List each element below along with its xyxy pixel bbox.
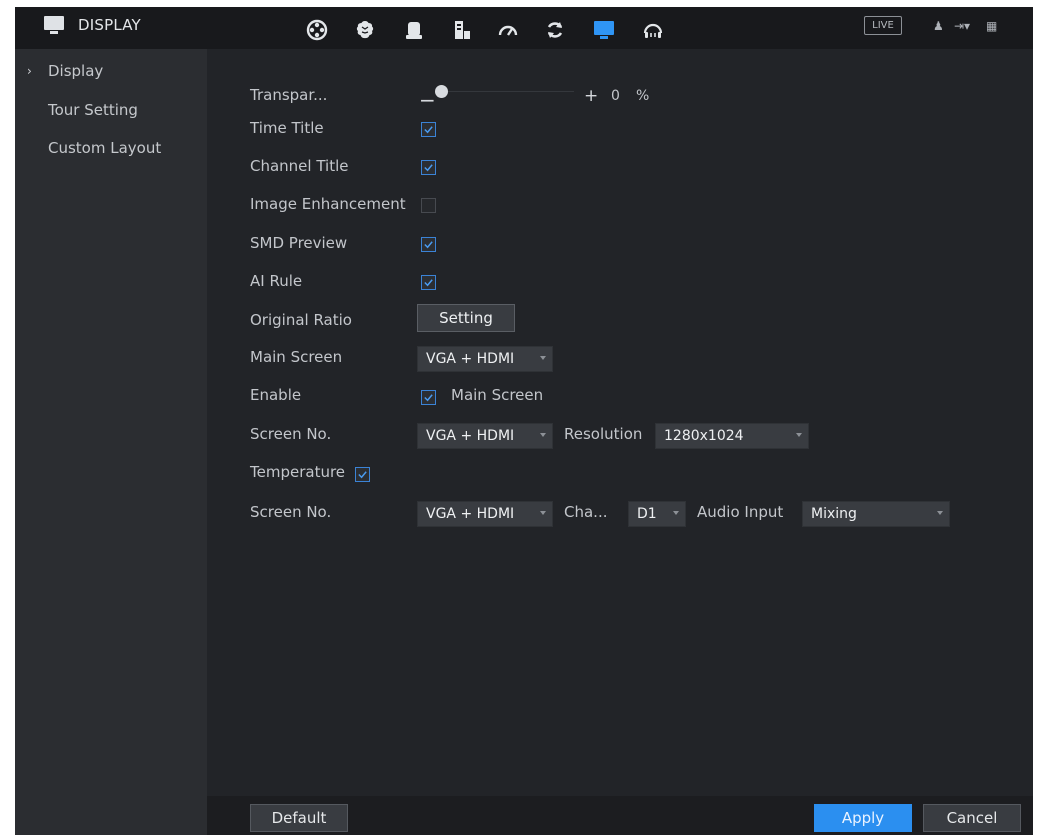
transparency-slider-track[interactable]: [448, 91, 574, 92]
channel-title-checkbox[interactable]: [421, 160, 436, 175]
original-ratio-setting-button[interactable]: Setting: [417, 304, 515, 332]
speed-icon[interactable]: [495, 17, 521, 43]
cancel-button[interactable]: Cancel: [923, 804, 1021, 832]
server-icon[interactable]: [449, 17, 475, 43]
image-enhancement-checkbox[interactable]: [421, 198, 436, 213]
user-icon[interactable]: ♟: [933, 19, 944, 33]
live-view-button[interactable]: LIVE: [864, 16, 902, 35]
enable-main-screen-label: Main Screen: [451, 386, 544, 404]
sidebar-item-label: Custom Layout: [48, 139, 162, 157]
enable-main-screen-checkbox[interactable]: [421, 390, 436, 405]
smd-preview-label: SMD Preview: [250, 234, 348, 252]
screen-no-2-select[interactable]: VGA + HDMI: [417, 501, 553, 527]
enable-label: Enable: [250, 386, 302, 404]
chevron-right-icon: ›: [27, 64, 32, 78]
channel-select[interactable]: D1: [628, 501, 686, 527]
ai-rule-checkbox[interactable]: [421, 275, 436, 290]
resolution-select[interactable]: 1280x1024: [655, 423, 809, 449]
sidebar-item-tour-setting[interactable]: Tour Setting: [15, 92, 207, 128]
temperature-label: Temperature: [250, 463, 346, 481]
sidebar-item-display[interactable]: › Display: [15, 53, 207, 89]
chevron-down-icon: [540, 433, 546, 437]
headset-icon[interactable]: [640, 17, 666, 43]
brain-icon[interactable]: [352, 17, 378, 43]
settings-panel: Transpar... − + 0 % Time Title Channel T…: [207, 49, 1033, 796]
main-screen-select[interactable]: VGA + HDMI: [417, 346, 553, 372]
top-bar: DISPLAY LIVE ♟ ⇥▾ ▦: [15, 7, 1033, 49]
display-icon: [44, 15, 64, 35]
transparency-slider-handle[interactable]: [435, 85, 448, 98]
apply-button[interactable]: Apply: [814, 804, 912, 832]
screen-no-2-label: Screen No.: [250, 503, 332, 521]
display-nav-icon[interactable]: [591, 17, 617, 43]
temperature-checkbox[interactable]: [355, 467, 370, 482]
chevron-down-icon: [937, 511, 943, 515]
audio-input-select[interactable]: Mixing: [802, 501, 950, 527]
view-icon[interactable]: [304, 17, 330, 43]
refresh-icon[interactable]: [542, 17, 568, 43]
page-title: DISPLAY: [78, 16, 141, 34]
transparency-label: Transpar...: [250, 86, 328, 104]
resolution-value: 1280x1024: [664, 428, 744, 444]
time-title-checkbox[interactable]: [421, 122, 436, 137]
transparency-increase-button[interactable]: +: [584, 86, 598, 106]
storage-icon[interactable]: [401, 17, 427, 43]
audio-input-value: Mixing: [811, 506, 857, 522]
page-title-group: DISPLAY: [44, 12, 141, 38]
qrcode-icon[interactable]: ▦: [986, 19, 997, 33]
screen-no-label: Screen No.: [250, 425, 332, 443]
default-button[interactable]: Default: [250, 804, 348, 832]
smd-preview-checkbox[interactable]: [421, 237, 436, 252]
sidebar-item-label: Display: [48, 62, 104, 80]
chevron-down-icon: [673, 511, 679, 515]
sidebar: › Display Tour Setting Custom Layout: [15, 49, 207, 835]
channel-label: Cha...: [564, 503, 608, 521]
screen-no-select[interactable]: VGA + HDMI: [417, 423, 553, 449]
app-window: DISPLAY LIVE ♟ ⇥▾ ▦ › Display Tour Setti…: [15, 7, 1033, 835]
main-screen-value: VGA + HDMI: [426, 351, 515, 367]
resolution-label: Resolution: [564, 425, 643, 443]
logout-icon[interactable]: ⇥▾: [954, 19, 970, 33]
image-enhancement-label: Image Enhancement: [250, 195, 406, 213]
transparency-unit: %: [636, 88, 650, 104]
ai-rule-label: AI Rule: [250, 272, 303, 290]
main-screen-label: Main Screen: [250, 348, 343, 366]
sidebar-item-custom-layout[interactable]: Custom Layout: [15, 130, 207, 166]
transparency-value: 0: [611, 88, 620, 104]
channel-title-label: Channel Title: [250, 157, 349, 175]
sidebar-item-label: Tour Setting: [48, 101, 138, 119]
screen-no-2-value: VGA + HDMI: [426, 506, 515, 522]
audio-input-label: Audio Input: [697, 503, 784, 521]
chevron-down-icon: [540, 356, 546, 360]
footer-bar: Default Apply Cancel: [207, 796, 1033, 835]
screen-no-value: VGA + HDMI: [426, 428, 515, 444]
time-title-label: Time Title: [250, 119, 324, 137]
original-ratio-label: Original Ratio: [250, 311, 352, 329]
channel-value: D1: [637, 506, 657, 522]
chevron-down-icon: [540, 511, 546, 515]
chevron-down-icon: [796, 433, 802, 437]
transparency-decrease-button[interactable]: −: [419, 88, 436, 112]
